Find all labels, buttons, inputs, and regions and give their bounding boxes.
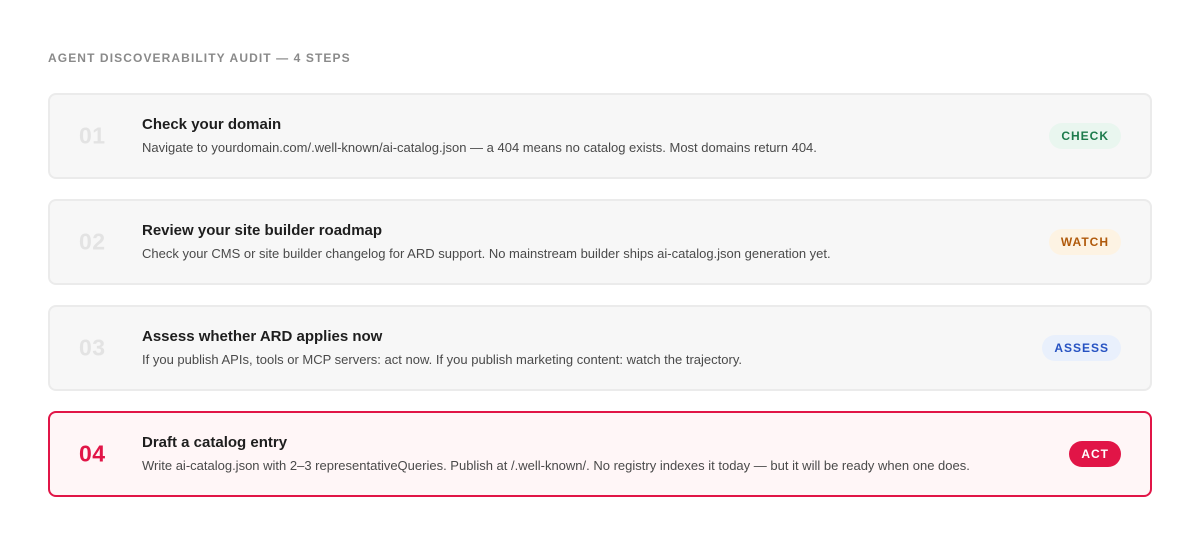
status-badge-check: CHECK xyxy=(1049,123,1121,149)
step-body: Check your domain Navigate to yourdomain… xyxy=(142,116,990,156)
step-body: Assess whether ARD applies now If you pu… xyxy=(142,328,990,368)
step-card-assess-ard[interactable]: 03 Assess whether ARD applies now If you… xyxy=(48,305,1152,391)
step-card-check-domain[interactable]: 01 Check your domain Navigate to yourdom… xyxy=(48,93,1152,179)
step-description: Navigate to yourdomain.com/.well-known/a… xyxy=(142,140,817,155)
step-title: Assess whether ARD applies now xyxy=(142,328,383,345)
status-badge-watch: WATCH xyxy=(1048,229,1121,255)
status-badge-assess: ASSESS xyxy=(1042,335,1121,361)
step-number: 04 xyxy=(79,440,106,467)
status-badge-act: ACT xyxy=(1069,441,1121,467)
step-description: Write ai-catalog.json with 2–3 represent… xyxy=(142,458,970,473)
step-title: Check your domain xyxy=(142,116,282,133)
step-number: 01 xyxy=(79,122,106,149)
step-title: Draft a catalog entry xyxy=(142,434,288,451)
audit-page: AGENT DISCOVERABILITY AUDIT — 4 STEPS 01… xyxy=(0,0,1200,560)
section-heading: AGENT DISCOVERABILITY AUDIT — 4 STEPS xyxy=(48,51,351,65)
step-title: Review your site builder roadmap xyxy=(142,222,383,239)
step-number: 02 xyxy=(79,228,106,255)
step-description: If you publish APIs, tools or MCP server… xyxy=(142,352,742,367)
step-card-draft-catalog[interactable]: 04 Draft a catalog entry Write ai-catalo… xyxy=(48,411,1152,497)
steps-list: 01 Check your domain Navigate to yourdom… xyxy=(48,93,1152,497)
step-body: Draft a catalog entry Write ai-catalog.j… xyxy=(142,434,990,474)
step-card-review-roadmap[interactable]: 02 Review your site builder roadmap Chec… xyxy=(48,199,1152,285)
step-body: Review your site builder roadmap Check y… xyxy=(142,222,990,262)
step-number: 03 xyxy=(79,334,106,361)
step-description: Check your CMS or site builder changelog… xyxy=(142,246,831,261)
